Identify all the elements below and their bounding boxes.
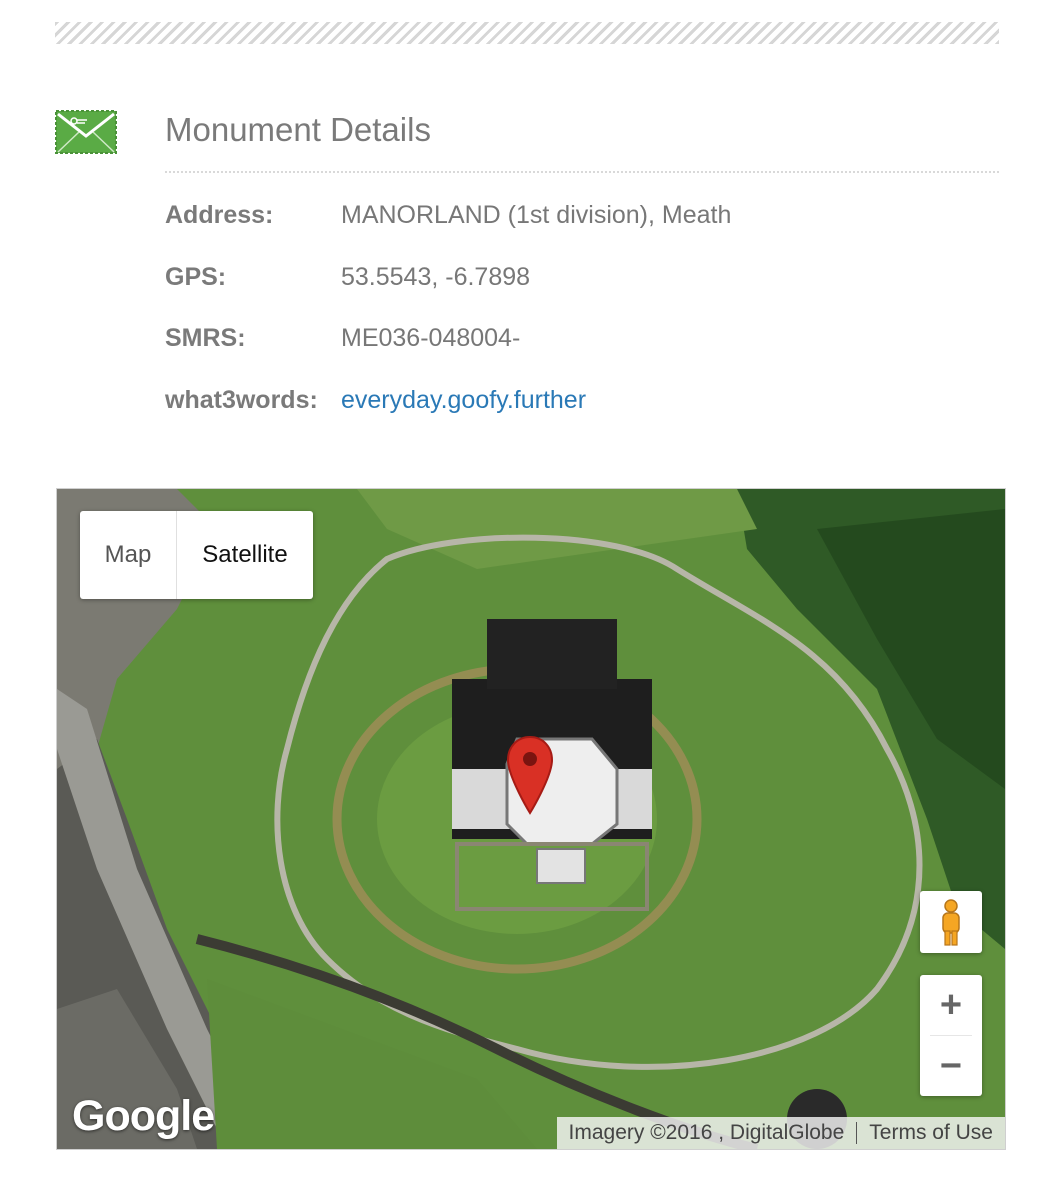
what3words-link[interactable]: everyday.goofy.further: [341, 385, 586, 415]
zoom-in-button[interactable]: +: [920, 975, 982, 1035]
pegman-icon: [942, 899, 960, 946]
zoom-control: + −: [920, 975, 982, 1096]
zoom-out-button[interactable]: −: [920, 1036, 982, 1096]
title-divider: [165, 171, 999, 173]
imagery-credit: Imagery ©2016 , DigitalGlobe: [568, 1121, 845, 1144]
section-title: Monument Details: [165, 111, 431, 148]
terms-of-use-link[interactable]: Terms of Use: [857, 1121, 1005, 1145]
envelope-icon: [55, 110, 117, 154]
smrs-value: ME036-048004-: [341, 324, 521, 352]
map-attribution: Imagery ©2016 , DigitalGlobe Terms of Us…: [556, 1117, 1005, 1149]
decorative-hatch-divider: [55, 22, 999, 44]
map-type-map-button[interactable]: Map: [80, 511, 177, 599]
gps-label: GPS:: [165, 263, 227, 291]
map-type-satellite-button[interactable]: Satellite: [177, 511, 313, 599]
gps-value: 53.5543, -6.7898: [341, 263, 531, 291]
smrs-label: SMRS:: [165, 324, 246, 352]
address-label: Address:: [165, 201, 274, 229]
google-logo: Google: [72, 1092, 215, 1140]
what3words-label: what3words:: [165, 386, 318, 414]
satellite-map[interactable]: Map Satellite + − Google Imagery ©2016 ,…: [56, 488, 1006, 1150]
map-type-control: Map Satellite: [80, 511, 313, 599]
street-view-button[interactable]: [920, 891, 982, 953]
address-value: MANORLAND (1st division), Meath: [341, 201, 732, 229]
location-marker-icon[interactable]: [506, 735, 554, 815]
